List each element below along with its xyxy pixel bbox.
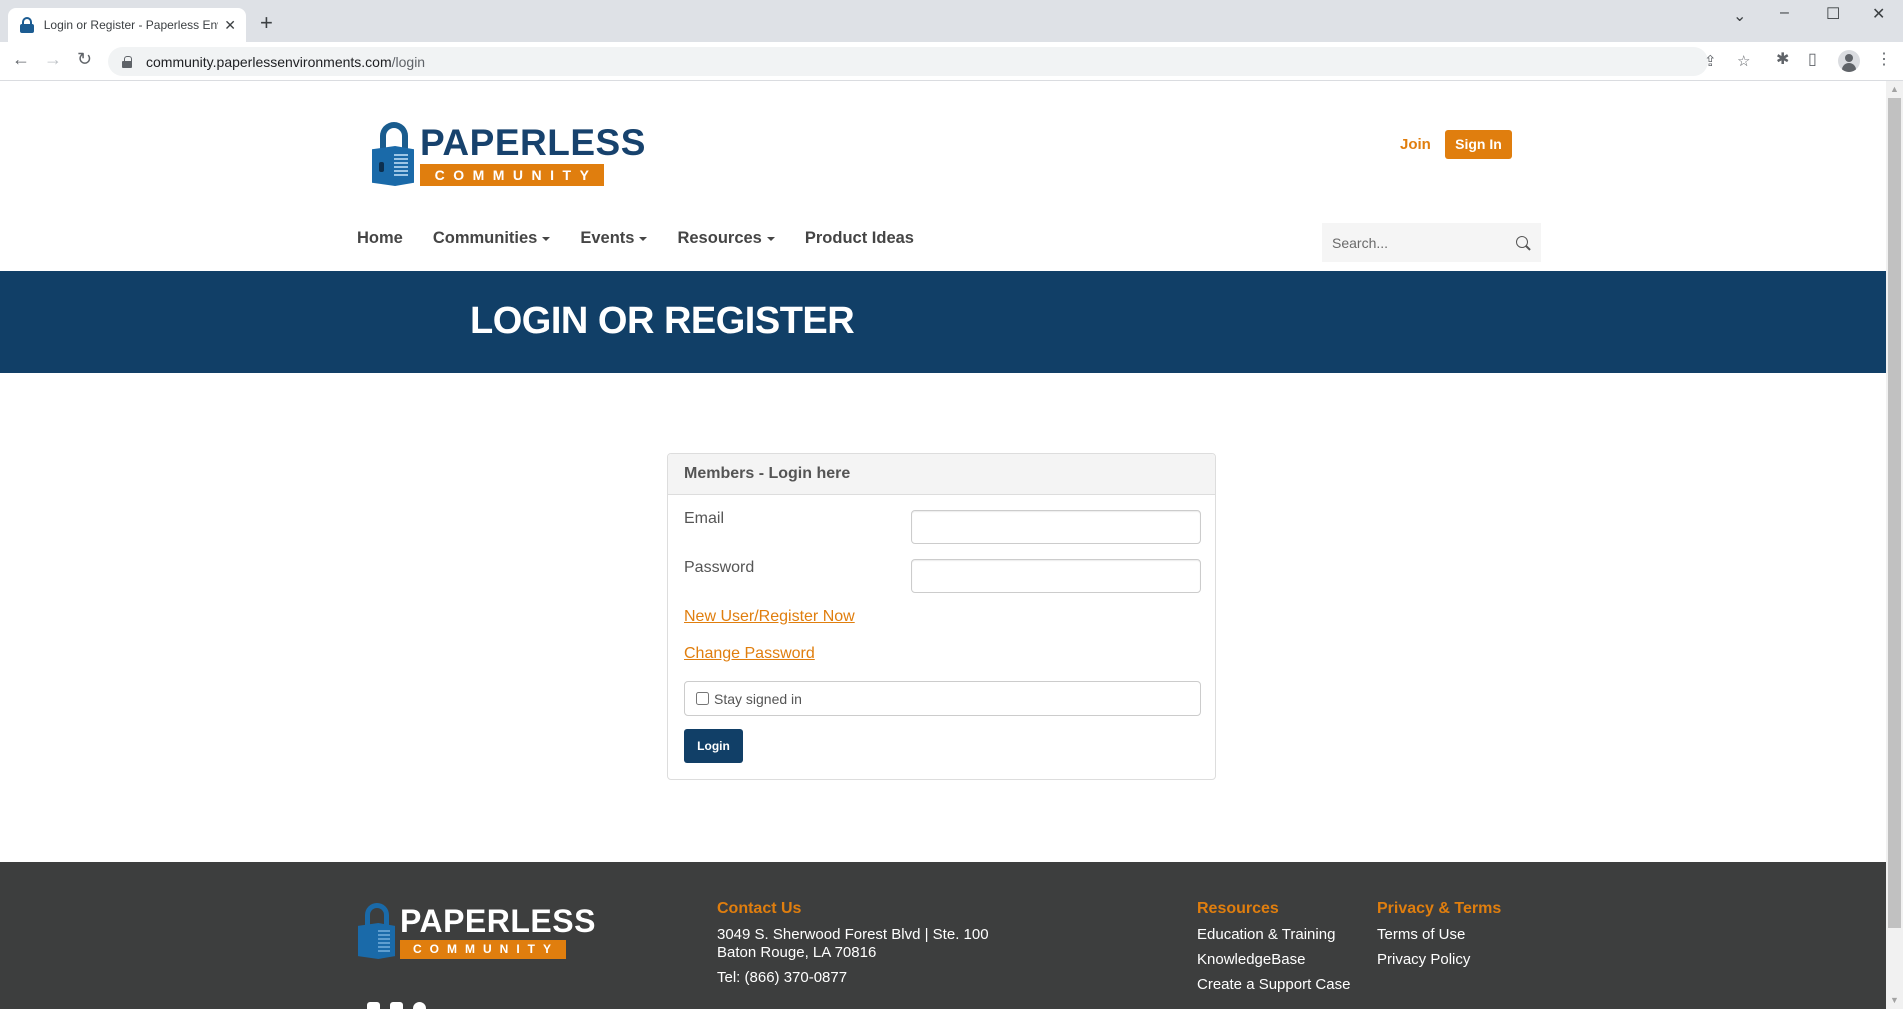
instagram-icon[interactable] — [367, 1002, 380, 1009]
nav-events[interactable]: Events — [580, 229, 648, 248]
caret-down-icon — [766, 236, 775, 241]
stay-signed-in-label: Stay signed in — [714, 690, 802, 707]
tab-close-icon[interactable]: ✕ — [224, 17, 236, 34]
profile-avatar-icon[interactable] — [1838, 50, 1860, 72]
social-links — [367, 1002, 426, 1009]
url-field[interactable]: community.paperlessenvironments.com/logi… — [108, 47, 1708, 76]
footer-logo[interactable]: PAPERLESS COMMUNITY — [358, 903, 595, 961]
bookmark-star-icon[interactable]: ☆ — [1737, 54, 1750, 69]
join-link[interactable]: Join — [1400, 136, 1431, 153]
password-field[interactable] — [911, 559, 1201, 593]
address-bar-row: ← → ↻ community.paperlessenvironments.co… — [0, 42, 1903, 81]
footer-contact: Contact Us 3049 S. Sherwood Forest Blvd … — [717, 900, 989, 987]
logo-wordmark: PAPERLESS — [420, 122, 646, 163]
search-input[interactable] — [1332, 234, 1515, 251]
page-scrollbar[interactable]: ▲ ▼ — [1886, 81, 1903, 1009]
sign-in-button[interactable]: Sign In — [1445, 130, 1512, 159]
password-row: Password — [684, 559, 754, 577]
logo-band: COMMUNITY — [420, 164, 604, 186]
address-line-1: 3049 S. Sherwood Forest Blvd | Ste. 100 — [717, 926, 989, 943]
register-link[interactable]: New User/Register Now — [684, 608, 855, 626]
nav-resources[interactable]: Resources — [677, 229, 775, 248]
contact-heading: Contact Us — [717, 900, 802, 917]
stay-signed-in-row: Stay signed in — [684, 681, 1201, 716]
page-title: LOGIN OR REGISTER — [470, 300, 855, 342]
scrollbar-thumb[interactable] — [1888, 98, 1901, 928]
email-row: Email — [684, 510, 724, 528]
caret-down-icon — [639, 236, 648, 241]
footer-link-education[interactable]: Education & Training — [1197, 926, 1350, 943]
login-panel: Members - Login here Email Password New … — [667, 453, 1216, 780]
nav-product-ideas[interactable]: Product Ideas — [805, 229, 914, 248]
footer-link-support-case[interactable]: Create a Support Case — [1197, 976, 1350, 993]
footer-link-terms[interactable]: Terms of Use — [1377, 926, 1501, 943]
footer-resources: Resources Education & Training Knowledge… — [1197, 900, 1350, 1001]
lock-icon — [122, 55, 132, 68]
site-footer: PAPERLESS COMMUNITY Contact Us 3049 S. S… — [0, 862, 1886, 1009]
page-viewport: PAPERLESS COMMUNITY Join Sign In Home Co… — [0, 81, 1886, 1009]
url-host: community.paperlessenvironments.com — [146, 53, 392, 70]
minimize-button[interactable]: – — [1780, 4, 1789, 22]
nav-communities[interactable]: Communities — [433, 229, 551, 248]
new-tab-button[interactable]: + — [260, 12, 273, 34]
url-path: /login — [391, 53, 426, 70]
browser-menu-icon[interactable]: ⋮ — [1876, 52, 1892, 68]
change-password-link[interactable]: Change Password — [684, 645, 815, 663]
footer-logo-band: COMMUNITY — [400, 940, 566, 959]
stay-signed-in-checkbox[interactable] — [696, 692, 709, 705]
footer-link-knowledgebase[interactable]: KnowledgeBase — [1197, 951, 1350, 968]
login-panel-heading: Members - Login here — [668, 454, 1215, 495]
email-field[interactable] — [911, 510, 1201, 544]
window-close-button[interactable]: ✕ — [1872, 4, 1885, 24]
browser-tab-bar: Login or Register - Paperless Envi ✕ + ⌄… — [0, 0, 1903, 42]
site-logo[interactable]: PAPERLESS COMMUNITY — [372, 122, 645, 188]
back-button[interactable]: ← — [12, 50, 30, 68]
login-button[interactable]: Login — [684, 729, 743, 763]
footer-privacy: Privacy & Terms Terms of Use Privacy Pol… — [1377, 900, 1501, 976]
tab-search-icon[interactable]: ⌄ — [1733, 6, 1746, 26]
email-label: Email — [684, 510, 725, 527]
search-icon[interactable] — [1515, 235, 1531, 251]
maximize-button[interactable]: ☐ — [1826, 4, 1840, 24]
footer-logo-wordmark: PAPERLESS — [400, 903, 596, 939]
privacy-heading: Privacy & Terms — [1377, 900, 1502, 917]
footer-link-privacy-policy[interactable]: Privacy Policy — [1377, 951, 1501, 968]
address-line-2: Baton Rouge, LA 70816 — [717, 944, 877, 961]
tab-title: Login or Register - Paperless Envi — [43, 18, 219, 32]
main-nav: Home Communities Events Resources Produc… — [357, 229, 944, 248]
lock-favicon-icon — [20, 17, 34, 33]
scroll-up-arrow-icon[interactable]: ▲ — [1886, 81, 1903, 98]
facebook-icon[interactable] — [413, 1002, 426, 1009]
nav-home[interactable]: Home — [357, 229, 403, 248]
scroll-down-arrow-icon[interactable]: ▼ — [1886, 992, 1903, 1009]
page-banner: LOGIN OR REGISTER — [0, 271, 1886, 373]
site-search — [1322, 223, 1541, 262]
resources-heading: Resources — [1197, 900, 1279, 917]
url-text: community.paperlessenvironments.com/logi… — [146, 54, 425, 70]
extensions-icon[interactable]: ✱ — [1776, 52, 1789, 68]
forward-button[interactable]: → — [44, 50, 62, 68]
browser-tab-active[interactable]: Login or Register - Paperless Envi ✕ — [8, 8, 246, 42]
share-icon[interactable]: ⇪ — [1704, 54, 1717, 69]
caret-down-icon — [542, 236, 551, 241]
side-panel-icon[interactable]: ▯ — [1808, 52, 1817, 68]
reload-button[interactable]: ↻ — [77, 50, 92, 68]
password-label: Password — [684, 559, 755, 576]
phone-number: Tel: (866) 370-0877 — [717, 969, 848, 986]
twitter-icon[interactable] — [390, 1002, 403, 1009]
